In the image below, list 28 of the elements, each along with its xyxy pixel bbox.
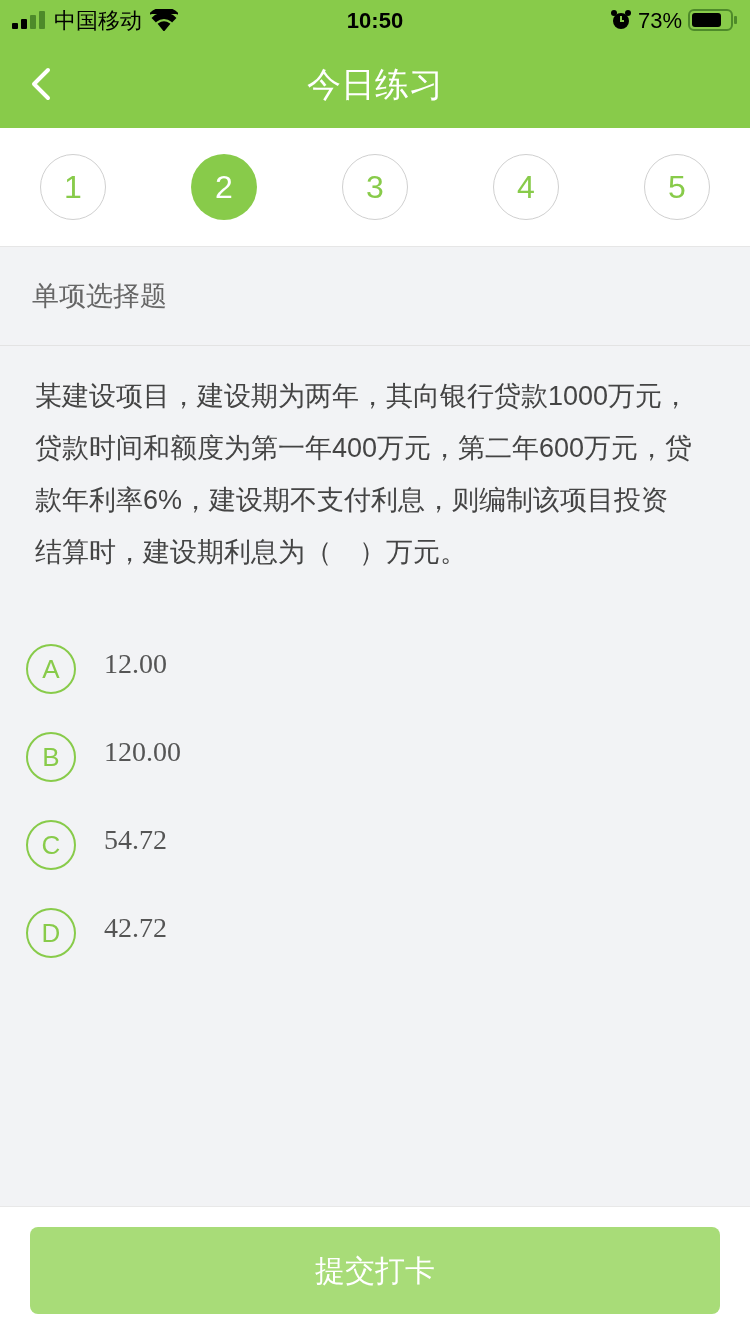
battery-icon <box>688 8 738 32</box>
question-number-tab[interactable]: 5 <box>644 154 710 220</box>
answer-option[interactable]: B 120.00 <box>26 732 724 782</box>
option-text: 54.72 <box>104 823 167 857</box>
question-text: 某建设项目，建设期为两年，其向银行贷款1000万元，贷款时间和额度为第一年400万元，第二年600万元，贷款年利率6%，建设期不支付利息，则编制该项目投资结算时，建设期利息为（ ）万元。 <box>34 380 694 569</box>
status-time: 10:50 <box>345 6 405 35</box>
question-number-tab[interactable]: 2 <box>191 154 257 220</box>
wifi-icon <box>150 9 178 31</box>
option-text: 12.00 <box>104 647 167 681</box>
question-type: 单项选择题 <box>32 279 167 313</box>
question-number-tab[interactable]: 4 <box>493 154 559 220</box>
alarm-icon <box>609 9 632 31</box>
answer-option[interactable]: C 54.72 <box>26 820 724 870</box>
option-letter: B <box>26 732 76 782</box>
carrier-name: 中国移动 <box>54 6 142 35</box>
option-text: 42.72 <box>104 911 167 945</box>
option-letter: A <box>26 644 76 694</box>
option-text: 120.00 <box>104 735 181 769</box>
back-icon <box>31 67 51 101</box>
option-letter: C <box>26 820 76 870</box>
page-title: 今日练习 <box>307 63 443 105</box>
question-number-tab[interactable]: 1 <box>40 154 106 220</box>
signal-icon <box>12 10 46 30</box>
answer-option[interactable]: A 12.00 <box>26 644 724 694</box>
battery-percent: 73% <box>637 6 682 35</box>
answer-option[interactable]: D 42.72 <box>26 908 724 958</box>
option-letter: D <box>26 908 76 958</box>
question-number-tab[interactable]: 3 <box>342 154 408 220</box>
